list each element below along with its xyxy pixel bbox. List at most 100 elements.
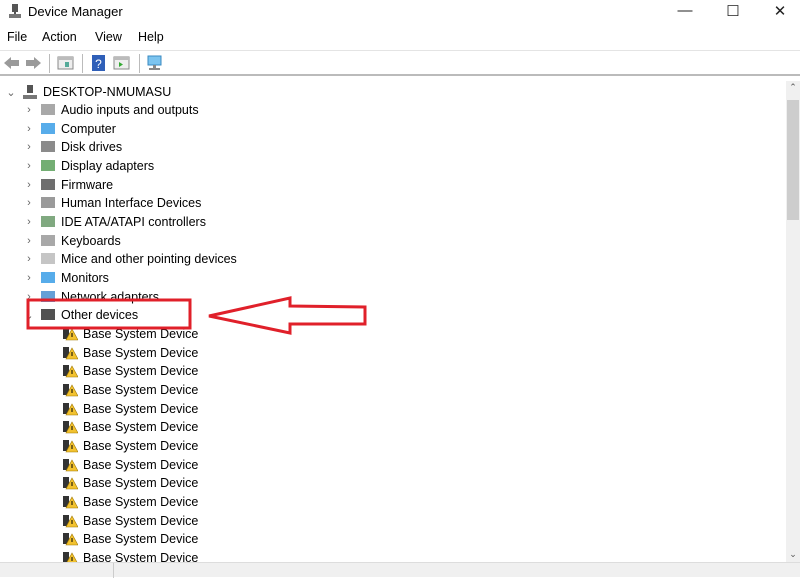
tree-category[interactable]: › Keyboards	[22, 232, 121, 250]
scan-hardware-icon[interactable]	[146, 55, 163, 71]
tree-root[interactable]: ⌄ DESKTOP-NMUMASU	[4, 83, 171, 101]
tree-item-label: Base System Device	[83, 420, 199, 435]
menu-view[interactable]: View	[95, 30, 122, 44]
tree-item-label: Firmware	[61, 177, 114, 192]
keyboard-icon	[40, 234, 56, 248]
forward-icon[interactable]	[25, 55, 42, 71]
tree-category[interactable]: › Network adapters	[22, 288, 159, 306]
warning-device-icon	[62, 532, 79, 546]
device-manager-icon	[9, 4, 21, 18]
tree-category[interactable]: ⌄ Other devices	[22, 306, 138, 324]
tree-device-item[interactable]: Base System Device	[58, 325, 198, 343]
warning-device-icon	[62, 383, 79, 397]
expand-chevron-icon[interactable]: ›	[22, 197, 36, 209]
expand-chevron-icon[interactable]: ›	[22, 104, 36, 116]
toolbar-separator	[139, 54, 140, 73]
tree-device-item[interactable]: Base System Device	[58, 456, 198, 474]
computer-root-icon	[22, 85, 38, 99]
tree-item-label: DESKTOP-NMUMASU	[43, 85, 172, 99]
speaker-icon	[40, 103, 56, 117]
tree-category[interactable]: › Monitors	[22, 269, 109, 287]
tree-category[interactable]: › Display adapters	[22, 157, 154, 175]
tree-device-item[interactable]: Base System Device	[58, 493, 198, 511]
tree-item-label: Base System Device	[83, 382, 199, 397]
expand-chevron-icon[interactable]: ›	[22, 179, 36, 191]
menu-file[interactable]: File	[7, 30, 27, 44]
tree-category[interactable]: › Human Interface Devices	[22, 194, 201, 212]
tree-category[interactable]: › Computer	[22, 120, 116, 138]
expand-chevron-icon[interactable]: ›	[22, 253, 36, 265]
ide-icon	[40, 215, 56, 229]
toolbar: ?	[0, 50, 800, 76]
svg-text:?: ?	[95, 57, 102, 71]
minimize-button[interactable]: —	[670, 2, 700, 22]
tree-device-item[interactable]: Base System Device	[58, 549, 198, 562]
help-icon[interactable]: ?	[90, 55, 107, 71]
warning-device-icon	[62, 402, 79, 416]
tree-category[interactable]: › Mice and other pointing devices	[22, 250, 237, 268]
close-button[interactable]: ✕	[765, 2, 795, 22]
tree-item-label: Display adapters	[61, 158, 155, 173]
back-icon[interactable]	[3, 55, 20, 71]
tree-device-item[interactable]: Base System Device	[58, 344, 198, 362]
expand-chevron-icon[interactable]: ›	[22, 141, 36, 153]
window-title: Device Manager	[28, 4, 123, 19]
tree-item-label: Network adapters	[61, 289, 159, 304]
maximize-button[interactable]: ☐	[718, 2, 748, 22]
scroll-up-icon[interactable]: ⌃	[786, 82, 800, 93]
tree-item-label: Base System Device	[83, 513, 199, 528]
update-driver-icon[interactable]	[113, 55, 130, 71]
warning-device-icon	[62, 495, 79, 509]
tree-device-item[interactable]: Base System Device	[58, 530, 198, 548]
menu-bar: File Action View Help	[0, 28, 800, 48]
expand-chevron-icon[interactable]: ›	[22, 291, 36, 303]
menu-help[interactable]: Help	[138, 30, 164, 44]
collapse-chevron-icon[interactable]: ⌄	[4, 86, 18, 99]
menu-action[interactable]: Action	[42, 30, 77, 44]
expand-chevron-icon[interactable]: ›	[22, 235, 36, 247]
disk-icon	[40, 140, 56, 154]
toolbar-separator	[49, 54, 50, 73]
hid-icon	[40, 196, 56, 210]
tree-device-item[interactable]: Base System Device	[58, 437, 198, 455]
firmware-icon	[40, 178, 56, 192]
tree-item-label: Base System Device	[83, 494, 199, 509]
status-bar	[0, 562, 800, 578]
tree-item-label: Base System Device	[83, 532, 199, 547]
tree-item-label: Disk drives	[61, 140, 123, 155]
warning-device-icon	[62, 346, 79, 360]
tree-device-item[interactable]: Base System Device	[58, 400, 198, 418]
vertical-scrollbar[interactable]: ⌃ ⌄	[786, 81, 800, 562]
tree-device-item[interactable]: Base System Device	[58, 512, 198, 530]
tree-item-label: Base System Device	[83, 345, 199, 360]
collapse-chevron-icon[interactable]: ⌄	[22, 309, 36, 322]
tree-item-label: Monitors	[61, 270, 109, 285]
warning-device-icon	[62, 476, 79, 490]
tree-device-item[interactable]: Base System Device	[58, 474, 198, 492]
tree-device-item[interactable]: Base System Device	[58, 418, 198, 436]
expand-chevron-icon[interactable]: ›	[22, 123, 36, 135]
scrollbar-thumb[interactable]	[787, 100, 799, 220]
warning-device-icon	[62, 327, 79, 341]
tree-item-label: Base System Device	[83, 476, 199, 491]
tree-category[interactable]: › IDE ATA/ATAPI controllers	[22, 213, 206, 231]
expand-chevron-icon[interactable]: ›	[22, 216, 36, 228]
warning-device-icon	[62, 458, 79, 472]
mouse-icon	[40, 252, 56, 266]
expand-chevron-icon[interactable]: ›	[22, 272, 36, 284]
tree-item-label: Base System Device	[83, 364, 199, 379]
tree-device-item[interactable]: Base System Device	[58, 381, 198, 399]
warning-device-icon	[62, 439, 79, 453]
scroll-down-icon[interactable]: ⌄	[786, 549, 800, 560]
tree-category[interactable]: › Disk drives	[22, 138, 122, 156]
tree-category[interactable]: › Audio inputs and outputs	[22, 101, 198, 119]
tree-item-label: IDE ATA/ATAPI controllers	[61, 214, 206, 229]
tree-category[interactable]: › Firmware	[22, 176, 113, 194]
warning-device-icon	[62, 364, 79, 378]
warning-device-icon	[62, 514, 79, 528]
properties-icon[interactable]	[57, 55, 74, 71]
warning-device-icon	[62, 420, 79, 434]
expand-chevron-icon[interactable]: ›	[22, 160, 36, 172]
monitor-icon	[40, 271, 56, 285]
tree-device-item[interactable]: Base System Device	[58, 362, 198, 380]
